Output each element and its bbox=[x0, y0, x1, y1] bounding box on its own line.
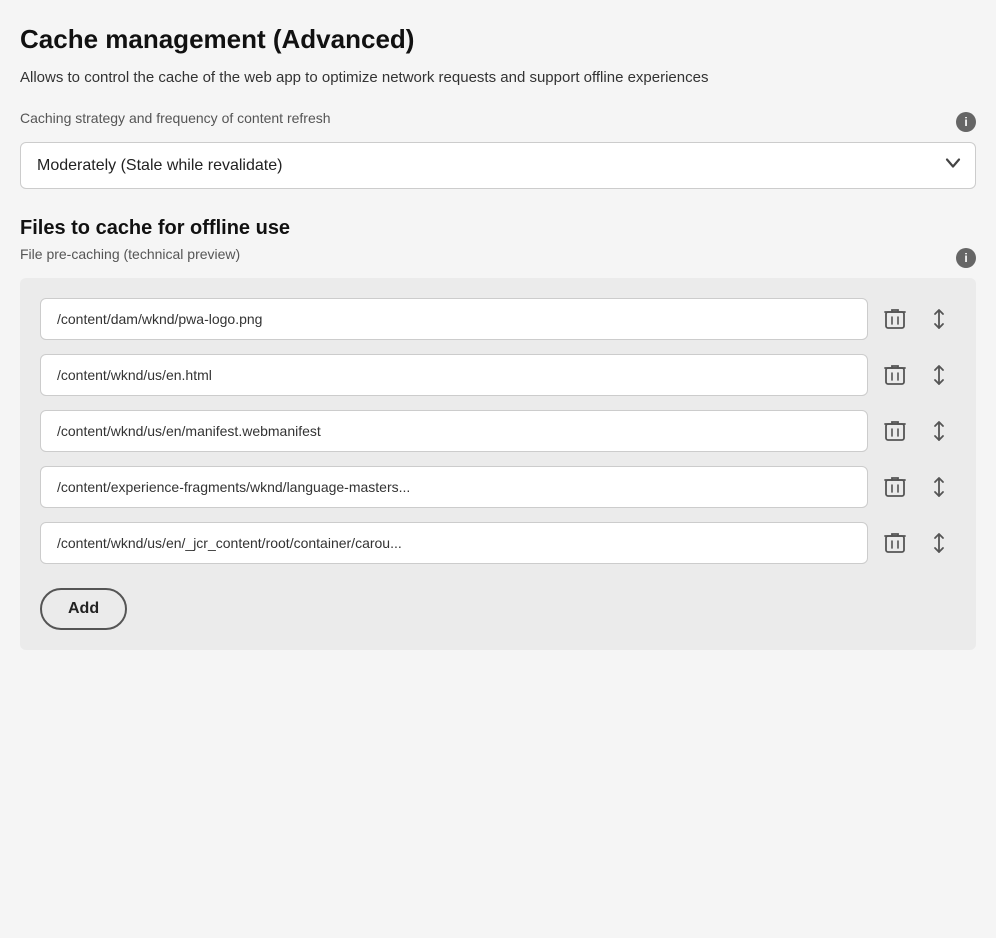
file-input-1[interactable] bbox=[40, 354, 868, 396]
delete-file-3-button[interactable] bbox=[878, 469, 912, 505]
move-file-2-button[interactable] bbox=[922, 414, 956, 448]
caching-strategy-select-wrapper: Frequently (Network first) Moderately (S… bbox=[20, 142, 976, 189]
file-row-2 bbox=[40, 410, 956, 452]
file-row-0 bbox=[40, 298, 956, 340]
page-description: Allows to control the cache of the web a… bbox=[20, 67, 976, 90]
trash-icon-4 bbox=[884, 531, 906, 555]
file-precaching-info-icon[interactable]: i bbox=[956, 248, 976, 268]
move-icon-0 bbox=[928, 308, 950, 330]
move-file-1-button[interactable] bbox=[922, 358, 956, 392]
caching-strategy-select[interactable]: Frequently (Network first) Moderately (S… bbox=[20, 142, 976, 189]
move-icon-3 bbox=[928, 476, 950, 498]
file-precaching-label: File pre-caching (technical preview) bbox=[20, 246, 240, 262]
caching-strategy-label-row: Caching strategy and frequency of conten… bbox=[20, 110, 976, 134]
file-input-2[interactable] bbox=[40, 410, 868, 452]
delete-file-4-button[interactable] bbox=[878, 525, 912, 561]
caching-strategy-info-icon[interactable]: i bbox=[956, 112, 976, 132]
trash-icon-2 bbox=[884, 419, 906, 443]
files-section-title: Files to cache for offline use bbox=[20, 217, 976, 240]
file-input-3[interactable] bbox=[40, 466, 868, 508]
delete-file-0-button[interactable] bbox=[878, 301, 912, 337]
files-section: Add bbox=[20, 278, 976, 650]
delete-file-1-button[interactable] bbox=[878, 357, 912, 393]
file-row-1 bbox=[40, 354, 956, 396]
trash-icon-3 bbox=[884, 475, 906, 499]
file-input-0[interactable] bbox=[40, 298, 868, 340]
caching-strategy-label: Caching strategy and frequency of conten… bbox=[20, 110, 331, 126]
move-icon-4 bbox=[928, 532, 950, 554]
page-title: Cache management (Advanced) bbox=[20, 24, 976, 55]
page-container: Cache management (Advanced) Allows to co… bbox=[0, 0, 996, 690]
file-precaching-label-row: File pre-caching (technical preview) i bbox=[20, 246, 976, 270]
trash-icon-1 bbox=[884, 363, 906, 387]
delete-file-2-button[interactable] bbox=[878, 413, 912, 449]
file-input-4[interactable] bbox=[40, 522, 868, 564]
move-file-4-button[interactable] bbox=[922, 526, 956, 560]
move-icon-1 bbox=[928, 364, 950, 386]
add-file-button[interactable]: Add bbox=[40, 588, 127, 630]
move-icon-2 bbox=[928, 420, 950, 442]
trash-icon-0 bbox=[884, 307, 906, 331]
file-row-4 bbox=[40, 522, 956, 564]
file-row-3 bbox=[40, 466, 956, 508]
move-file-0-button[interactable] bbox=[922, 302, 956, 336]
move-file-3-button[interactable] bbox=[922, 470, 956, 504]
